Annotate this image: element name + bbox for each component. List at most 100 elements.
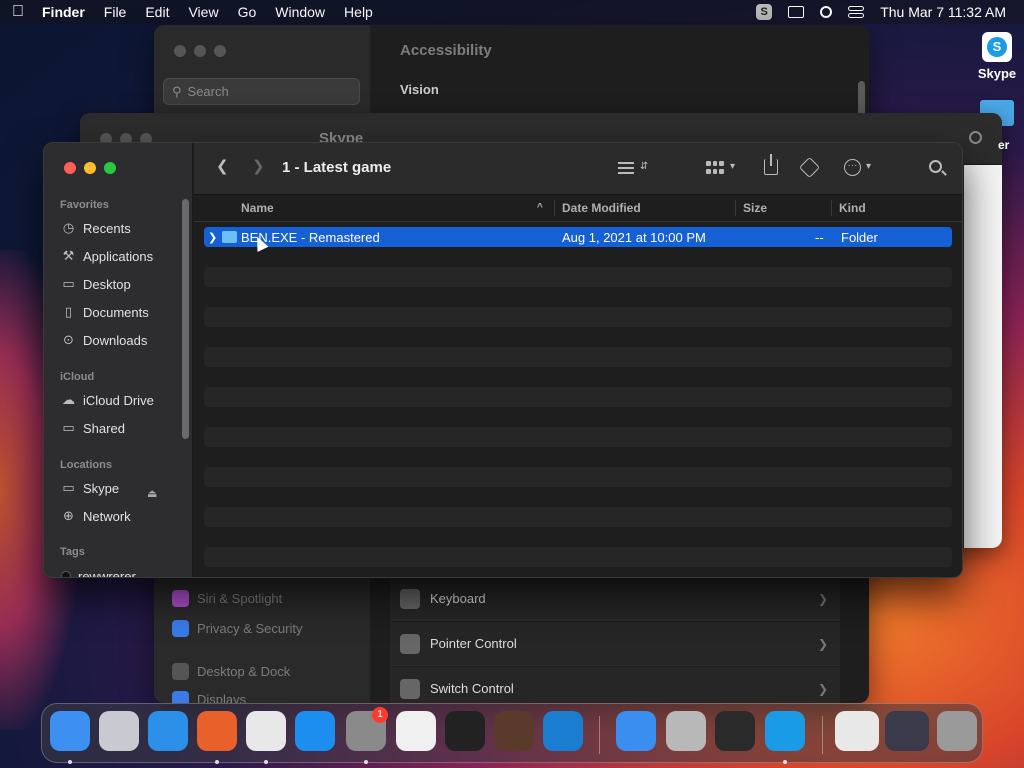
sidebar-item-icloud-drive[interactable]: ☁ iCloud Drive xyxy=(61,390,154,410)
disclosure-chevron-icon[interactable]: ❯ xyxy=(208,231,217,244)
tag-icon[interactable] xyxy=(798,156,821,179)
notification-badge: 1 xyxy=(372,707,388,723)
search-icon[interactable] xyxy=(969,131,982,144)
switch-grid-icon xyxy=(400,678,420,699)
dock-app-utility[interactable] xyxy=(666,711,706,751)
dock-app-weather[interactable] xyxy=(616,711,656,751)
menu-help[interactable]: Help xyxy=(344,4,373,20)
dock-app-launchpad[interactable] xyxy=(99,711,139,751)
empty-row xyxy=(204,247,952,267)
sort-ascending-icon[interactable]: ^ xyxy=(537,202,543,213)
dock-app-chrome[interactable] xyxy=(246,711,286,764)
search-icon[interactable] xyxy=(929,160,942,173)
minimize-button[interactable] xyxy=(84,162,96,174)
dock-stack-downloads[interactable] xyxy=(885,711,929,751)
sidebar-item-downloads[interactable]: ⊙ Downloads xyxy=(61,330,147,350)
file-row-selected[interactable]: ❯ BEN.EXE - Remastered Aug 1, 2021 at 10… xyxy=(204,227,952,247)
chevron-down-icon[interactable]: ▾ xyxy=(866,161,871,172)
menu-bar:  Finder File Edit View Go Window Help S… xyxy=(0,0,1024,24)
desktop-skype-item[interactable]: S Skype xyxy=(972,32,1022,81)
dock-app-safari[interactable] xyxy=(148,711,188,751)
dock-app-terminal[interactable] xyxy=(445,711,485,751)
menu-view[interactable]: View xyxy=(188,4,218,20)
document-icon: ▯ xyxy=(64,304,73,319)
menu-go[interactable]: Go xyxy=(238,4,257,20)
group-icon[interactable] xyxy=(706,161,724,175)
screen-mirroring-icon[interactable] xyxy=(788,6,805,18)
zoom-button[interactable] xyxy=(104,162,116,174)
apple-menu-icon[interactable]:  xyxy=(12,3,28,21)
spotlight-search-icon[interactable] xyxy=(820,6,833,18)
settings-sidebar-item-desktop-dock[interactable]: Desktop & Dock xyxy=(172,663,290,680)
menu-file[interactable]: File xyxy=(104,4,127,20)
sidebar-item-skype[interactable]: ▭ Skype xyxy=(61,478,119,498)
empty-row xyxy=(204,307,952,327)
settings-row-switch-control[interactable]: Switch Control ❯ xyxy=(390,667,840,703)
dock-app-garageband[interactable] xyxy=(494,711,534,751)
dock-app-system-settings[interactable]: 1 xyxy=(346,707,388,764)
column-name[interactable]: Name xyxy=(241,201,274,215)
settings-scrollbar[interactable] xyxy=(858,81,865,117)
dock-stack-preview[interactable] xyxy=(835,711,879,751)
finder-window: Favorites ◷ Recents ⚒ Applications ▭ Des… xyxy=(43,142,963,578)
cloud-icon: ☁ xyxy=(62,392,75,407)
finder-toolbar: ❮ ❯ 1 - Latest game ⇵ ▾ ··· ▾ xyxy=(194,143,962,195)
sidebar-item-network[interactable]: ⊕ Network xyxy=(61,506,131,526)
empty-row xyxy=(204,387,952,407)
sidebar-scrollbar[interactable] xyxy=(182,199,189,439)
search-icon: ⚲ xyxy=(172,83,182,99)
settings-section-vision: Vision xyxy=(400,82,439,97)
dock-separator xyxy=(822,716,823,754)
menu-clock[interactable]: Thu Mar 7 11:32 AM xyxy=(880,4,1006,20)
dock-app-app-store[interactable] xyxy=(295,711,335,751)
share-icon[interactable] xyxy=(764,154,778,175)
sidebar-item-tag[interactable]: rewwrerer xyxy=(61,566,136,577)
settings-row-pointer-control[interactable]: Pointer Control ❯ xyxy=(390,622,840,666)
dock-app-textedit[interactable] xyxy=(396,711,436,751)
eject-icon[interactable]: ⏏ xyxy=(147,487,157,500)
settings-sidebar-item-displays[interactable]: Displays xyxy=(172,691,246,703)
settings-row-keyboard[interactable]: Keyboard ❯ xyxy=(390,577,840,621)
forward-chevron-icon[interactable]: ❯ xyxy=(252,157,265,175)
sidebar-item-shared[interactable]: ▭ Shared xyxy=(61,418,125,438)
column-kind[interactable]: Kind xyxy=(839,201,866,215)
sidebar-item-documents[interactable]: ▯ Documents xyxy=(61,302,149,322)
display-icon xyxy=(172,691,189,703)
file-size: -- xyxy=(815,230,824,245)
column-date-modified[interactable]: Date Modified xyxy=(562,201,641,215)
empty-row xyxy=(204,447,952,467)
sidebar-item-desktop[interactable]: ▭ Desktop xyxy=(61,274,130,294)
close-button[interactable] xyxy=(64,162,76,174)
settings-sidebar-item-privacy[interactable]: Privacy & Security xyxy=(172,620,302,637)
empty-row xyxy=(204,347,952,367)
column-size[interactable]: Size xyxy=(743,201,767,215)
chevron-right-icon: ❯ xyxy=(817,591,828,606)
dock-trash[interactable] xyxy=(937,711,977,751)
dock-app-finder[interactable] xyxy=(50,711,90,764)
window-title: 1 - Latest game xyxy=(282,159,392,176)
chevron-updown-icon[interactable]: ⇵ xyxy=(640,161,648,172)
menu-window[interactable]: Window xyxy=(275,4,325,20)
chevron-down-icon[interactable]: ▾ xyxy=(730,161,735,172)
empty-row xyxy=(204,507,952,527)
dock-app-vscode[interactable] xyxy=(543,711,583,751)
control-center-icon[interactable] xyxy=(848,6,865,18)
dock-app-unity[interactable] xyxy=(715,711,755,751)
empty-row xyxy=(204,287,952,307)
settings-sidebar-item-siri[interactable]: Siri & Spotlight xyxy=(172,590,282,607)
back-chevron-icon[interactable]: ❮ xyxy=(216,157,229,175)
menu-app-name[interactable]: Finder xyxy=(42,4,85,20)
dock-app-skype[interactable] xyxy=(765,711,805,764)
empty-row xyxy=(204,267,952,287)
dock-app-firefox[interactable] xyxy=(197,711,237,764)
traffic-lights xyxy=(64,162,116,174)
menu-edit[interactable]: Edit xyxy=(145,4,169,20)
skype-status-icon[interactable]: S xyxy=(756,4,773,20)
sidebar-item-applications[interactable]: ⚒ Applications xyxy=(61,246,153,266)
list-view-icon[interactable] xyxy=(618,162,634,177)
skype-drive-icon: S xyxy=(982,32,1012,62)
settings-search-field[interactable]: ⚲ Search xyxy=(163,78,360,105)
column-header: Name ^ Date Modified Size Kind xyxy=(194,195,962,222)
more-actions-icon[interactable]: ··· xyxy=(844,159,861,176)
sidebar-item-recents[interactable]: ◷ Recents xyxy=(61,218,131,238)
